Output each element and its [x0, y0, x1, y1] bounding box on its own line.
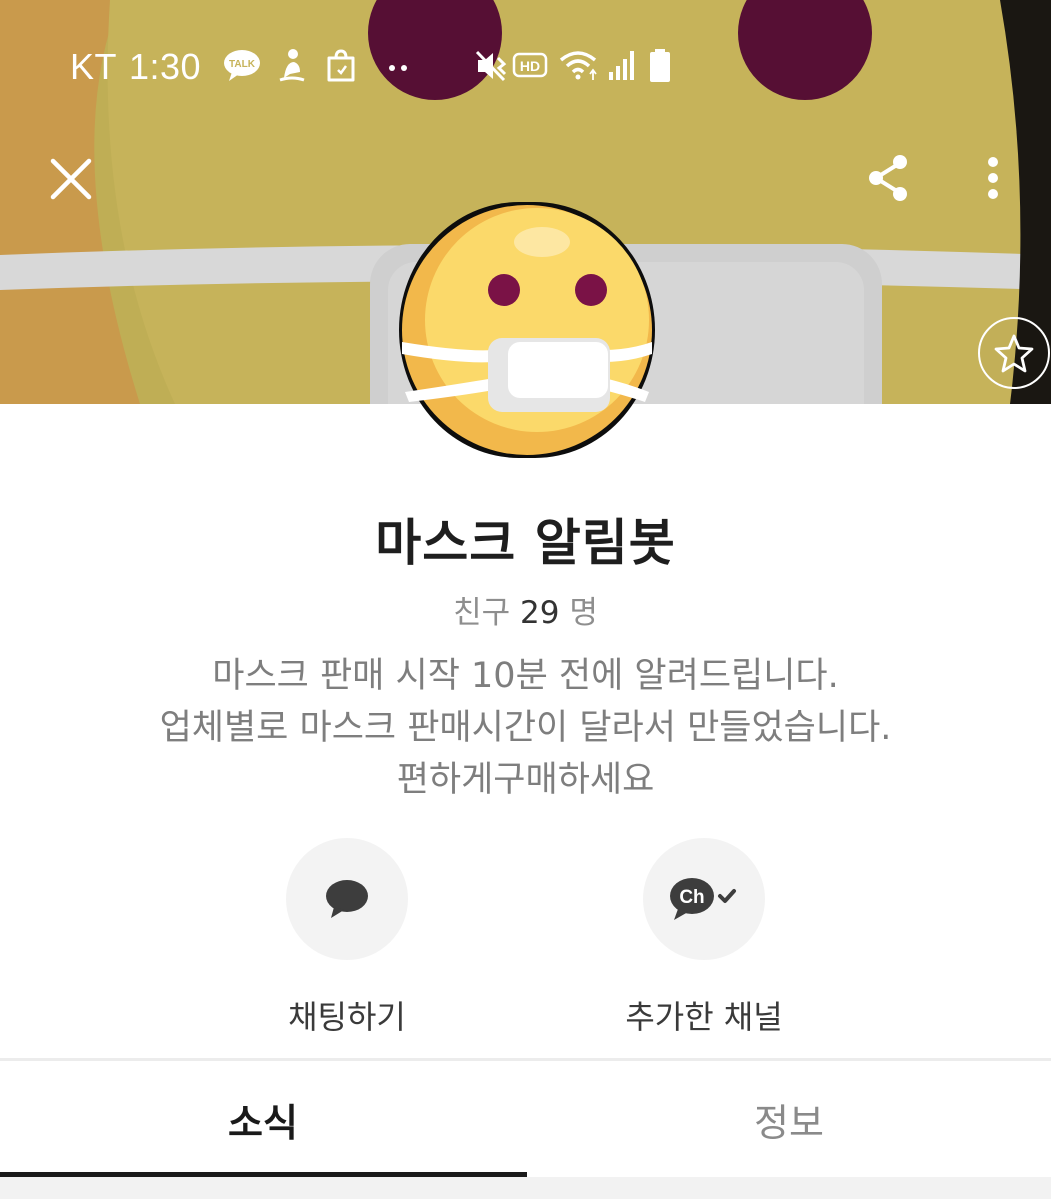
friends-count: 29 [520, 595, 560, 631]
svg-text:TALK: TALK [229, 59, 256, 70]
added-channel-button[interactable]: Ch 추가한 채널 [584, 838, 824, 1038]
chat-bubble-icon [326, 880, 368, 918]
chat-label: 채팅하기 [288, 998, 406, 1036]
tab-news-label: 소식 [228, 1100, 298, 1145]
share-button[interactable] [858, 148, 918, 208]
mute-icon [475, 50, 507, 82]
friends-count-line: 친구 29 명 [0, 587, 1051, 632]
added-channel-label: 추가한 채널 [625, 998, 783, 1036]
channel-name: 마스크 알림봇 [375, 514, 676, 572]
added-channel-circle[interactable]: Ch [643, 838, 765, 960]
person-walk-icon [279, 49, 305, 82]
status-carrier-time: KT 1:30 [70, 46, 201, 88]
talk-icon: TALK [224, 50, 260, 81]
svg-text:Ch: Ch [679, 887, 704, 908]
dots-icon [389, 65, 407, 71]
chat-button[interactable]: 채팅하기 [227, 838, 467, 1038]
channel-profile-screen: KT 1:30 TALK HD 마스크 알림봇 친구 29 명 마스크 판매 시… [0, 0, 1051, 1199]
more-vertical-icon [988, 157, 998, 199]
channel-description: 마스크 판매 시작 10분 전에 알려드립니다. 업체별로 마스크 판매시간이 … [0, 650, 1051, 806]
description-line: 편하게구매하세요 [396, 760, 655, 800]
tab-news[interactable]: 소식 [0, 1061, 526, 1177]
tab-info-label: 정보 [754, 1100, 824, 1145]
hd-icon: HD [512, 52, 548, 78]
share-icon [869, 155, 907, 201]
description-line: 업체별로 마스크 판매시간이 달라서 만들었습니다. [159, 708, 892, 748]
tab-info[interactable]: 정보 [526, 1061, 1051, 1177]
star-icon [994, 334, 1034, 373]
channel-added-icon: Ch [670, 878, 736, 920]
carrier-label: KT [70, 46, 118, 87]
profile-avatar[interactable] [399, 202, 655, 458]
clock: 1:30 [129, 46, 202, 87]
svg-text:HD: HD [520, 58, 540, 74]
favorite-button[interactable] [978, 317, 1050, 389]
description-line: 마스크 판매 시작 10분 전에 알려드립니다. [212, 656, 839, 696]
more-button[interactable] [970, 148, 1016, 208]
chat-button-circle[interactable] [286, 838, 408, 960]
friends-unit: 명 [569, 595, 598, 631]
wifi-icon [559, 51, 597, 80]
bag-icon [327, 49, 355, 82]
status-bar: KT 1:30 TALK HD [0, 40, 1051, 96]
close-button[interactable] [40, 148, 102, 210]
content-area-top [0, 1177, 1051, 1199]
signal-icon [609, 51, 634, 80]
battery-icon [650, 49, 670, 82]
friends-label: 친구 [453, 595, 511, 631]
close-icon [50, 158, 92, 200]
